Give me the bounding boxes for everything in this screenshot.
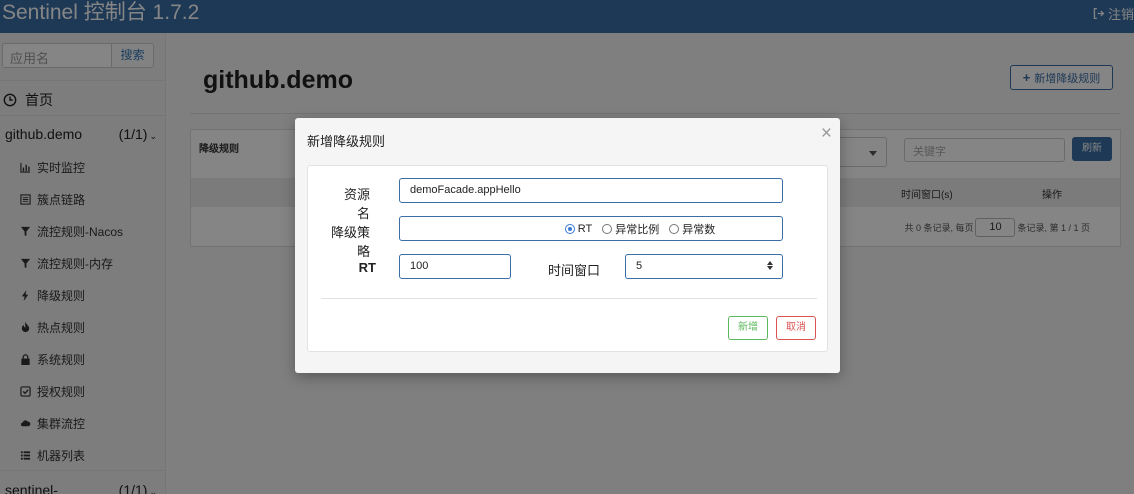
radio-exception-count[interactable]: 异常数 (669, 221, 715, 237)
add-button[interactable]: 新增 (728, 316, 768, 340)
modal-divider (321, 298, 817, 299)
strategy-radio-group: RT 异常比例 异常数 (399, 216, 783, 241)
resource-label: 资源名 (343, 187, 370, 221)
spinner-icon[interactable] (767, 261, 773, 270)
rt-input[interactable]: 100 (399, 254, 511, 279)
radio-rt[interactable]: RT (564, 222, 593, 235)
rt-label: RT (358, 260, 376, 275)
radio-label: 异常数 (682, 223, 716, 236)
cancel-button[interactable]: 取消 (776, 316, 816, 340)
add-degrade-rule-modal: 新增降级规则 × 资源名 demoFacade.appHello 降级策略 RT… (295, 118, 840, 373)
radio-empty-icon (602, 223, 613, 234)
radio-selected-icon (564, 223, 575, 234)
time-window-input[interactable]: 5 (625, 254, 783, 279)
radio-exception-ratio[interactable]: 异常比例 (602, 221, 659, 237)
radio-label: RT (577, 222, 593, 235)
modal-body: 资源名 demoFacade.appHello 降级策略 RT 异常比例 异常数… (307, 165, 828, 352)
radio-empty-icon (669, 223, 680, 234)
time-window-label: 时间窗口 (548, 263, 601, 278)
resource-input[interactable]: demoFacade.appHello (399, 178, 783, 203)
radio-label: 异常比例 (615, 223, 660, 236)
strategy-label: 降级策略 (330, 225, 370, 259)
modal-title: 新增降级规则 (307, 134, 386, 149)
close-icon[interactable]: × (821, 123, 832, 145)
time-window-value: 5 (636, 260, 643, 272)
